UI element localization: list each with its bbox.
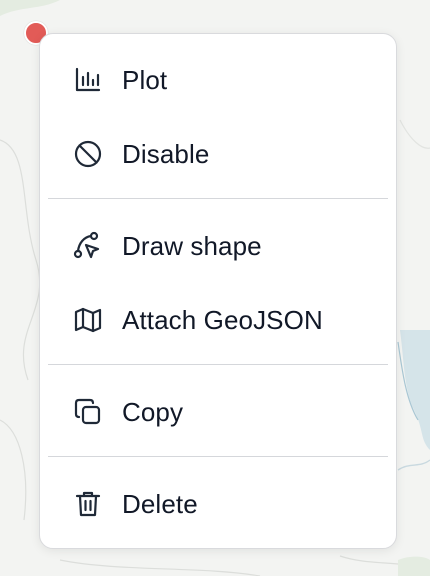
copy-icon [72, 396, 104, 428]
draw-shape-icon [72, 230, 104, 262]
menu-divider [48, 456, 388, 457]
menu-item-delete[interactable]: Delete [40, 474, 396, 534]
menu-item-label: Copy [122, 396, 184, 427]
menu-divider [48, 364, 388, 365]
menu-item-label: Draw shape [122, 230, 262, 261]
menu-item-disable[interactable]: Disable [40, 124, 396, 184]
menu-item-label: Delete [122, 488, 198, 519]
menu-item-label: Disable [122, 138, 210, 169]
menu-item-label: Plot [122, 64, 168, 95]
context-menu: Plot Disable Draw shape Attach GeoJSON C… [39, 33, 397, 549]
bar-chart-icon [72, 64, 104, 96]
trash-icon [72, 488, 104, 520]
menu-item-label: Attach GeoJSON [122, 304, 323, 335]
map-icon [72, 304, 104, 336]
menu-item-copy[interactable]: Copy [40, 382, 396, 442]
ban-icon [72, 138, 104, 170]
menu-item-attach-geojson[interactable]: Attach GeoJSON [40, 290, 396, 350]
menu-item-plot[interactable]: Plot [40, 50, 396, 110]
menu-divider [48, 198, 388, 199]
menu-item-draw-shape[interactable]: Draw shape [40, 216, 396, 276]
